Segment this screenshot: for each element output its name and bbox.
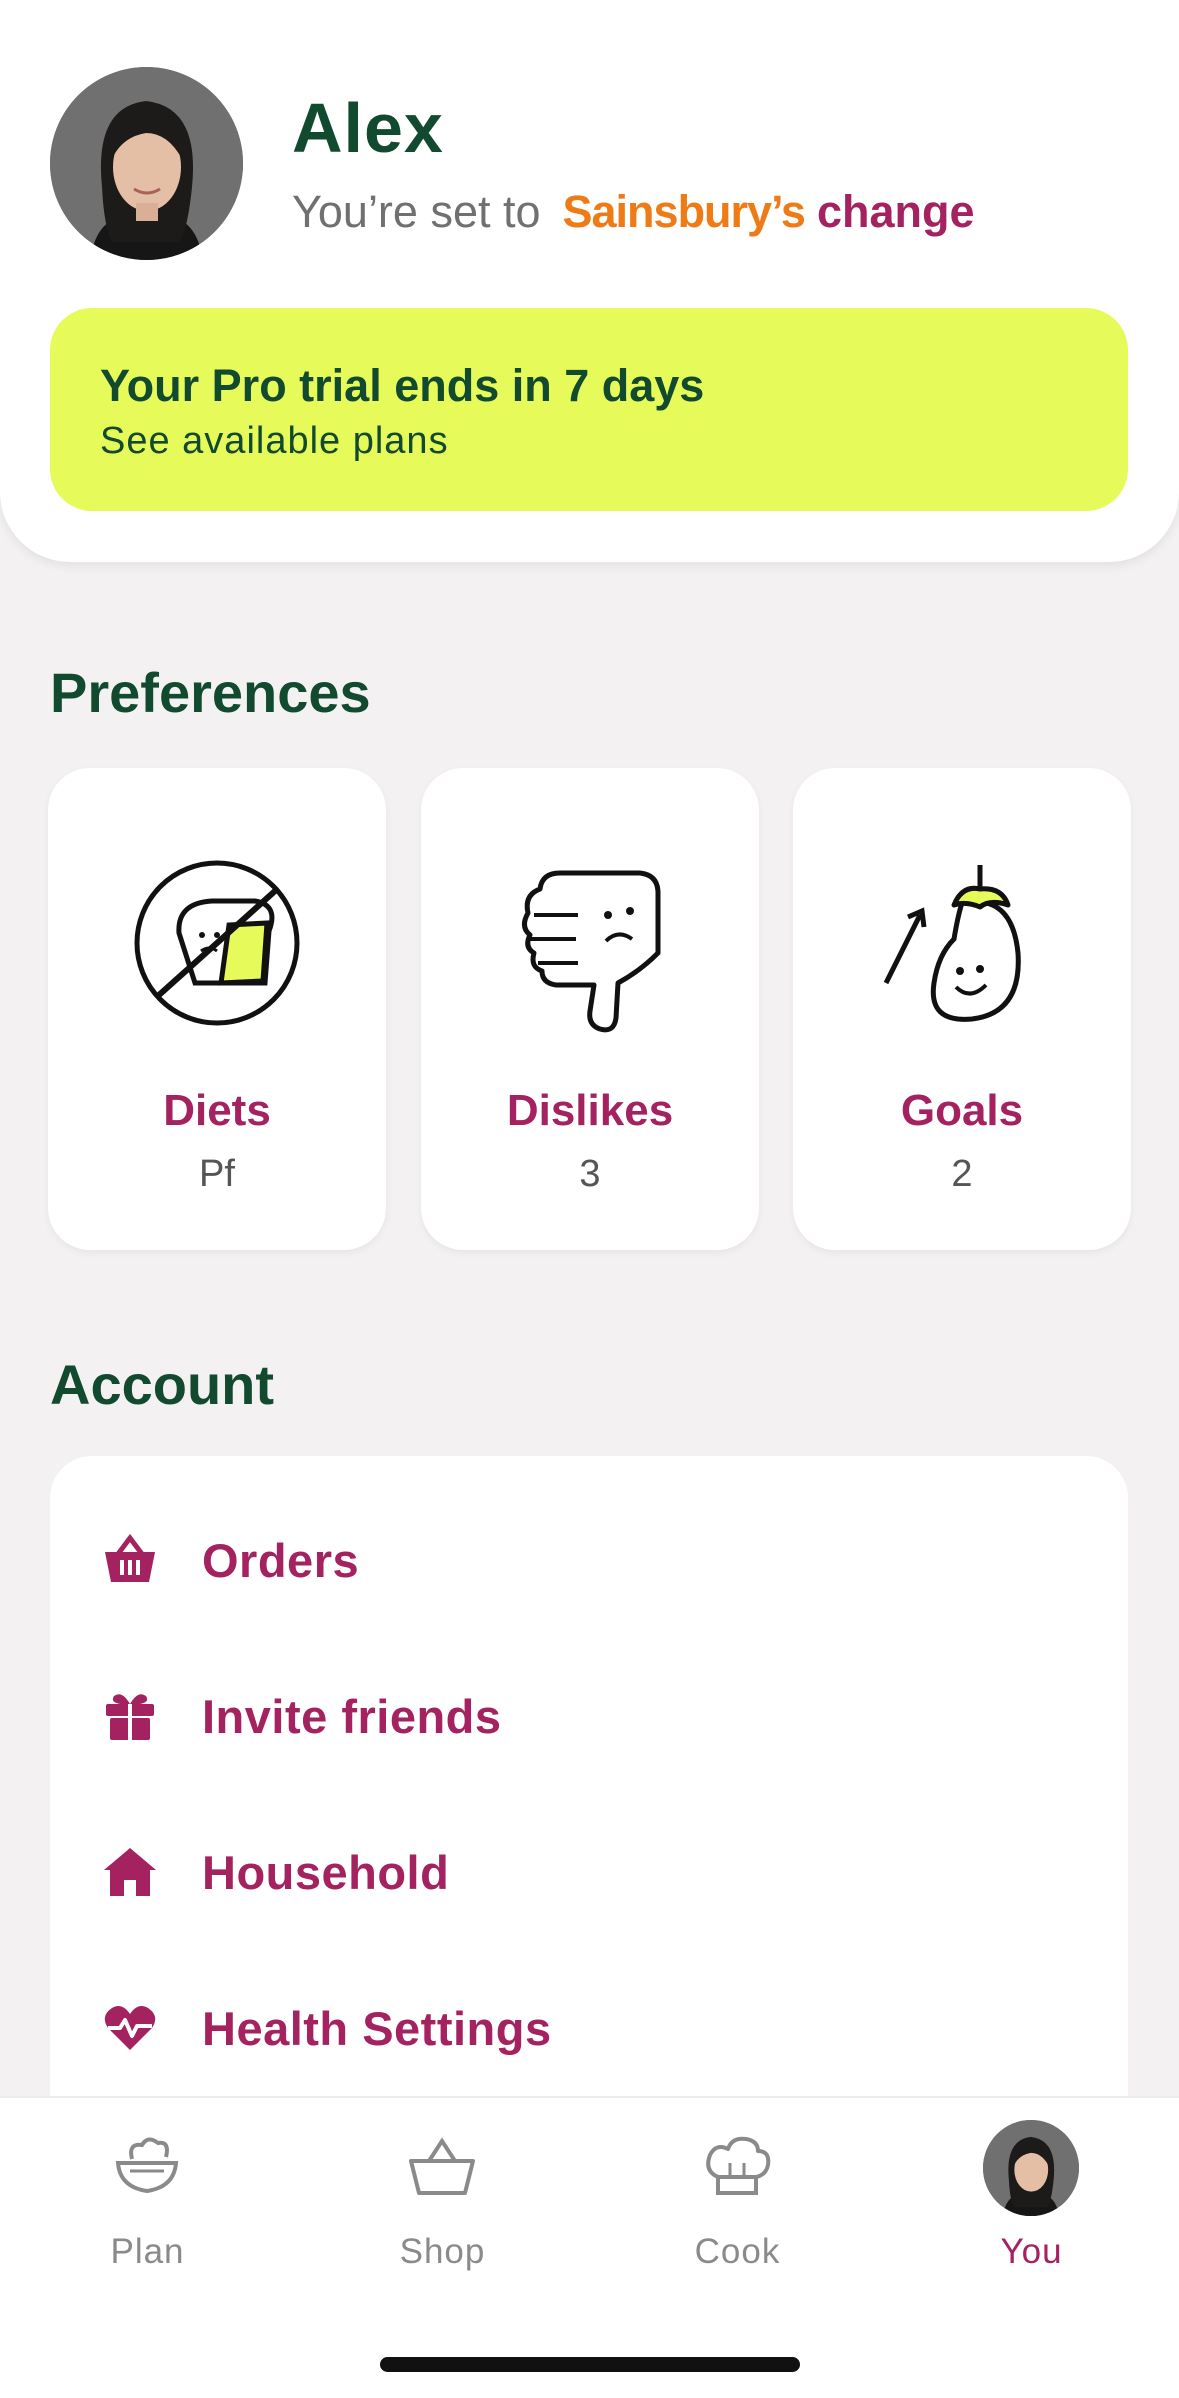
account-item-health-settings[interactable]: Health Settings bbox=[100, 1988, 552, 2068]
goals-card[interactable]: Goals 2 bbox=[793, 768, 1131, 1250]
plan-bowl-icon bbox=[97, 2118, 197, 2218]
tab-you-avatar bbox=[981, 2118, 1081, 2218]
thumbs-down-icon bbox=[490, 843, 690, 1043]
diets-label: Diets bbox=[163, 1086, 271, 1135]
basket-icon bbox=[100, 1530, 160, 1590]
invite-friends-label: Invite friends bbox=[202, 1689, 502, 1743]
dislikes-label: Dislikes bbox=[506, 1086, 674, 1135]
health-settings-label: Health Settings bbox=[202, 2001, 552, 2055]
gift-icon bbox=[100, 1686, 160, 1746]
store-name: Sainsbury’s bbox=[562, 186, 806, 237]
eggplant-goal-icon bbox=[862, 843, 1062, 1043]
dislikes-value: 3 bbox=[579, 1153, 601, 1195]
diets-value: Pf bbox=[199, 1153, 235, 1195]
tab-plan-label: Plan bbox=[110, 2232, 185, 2271]
trial-title: Your Pro trial ends in 7 days bbox=[100, 360, 705, 411]
tab-shop[interactable]: Shop bbox=[295, 2098, 590, 2298]
tab-cook-label: Cook bbox=[694, 2232, 781, 2271]
household-label: Household bbox=[202, 1845, 450, 1899]
avatar bbox=[983, 2120, 1079, 2216]
user-name: Alex bbox=[292, 89, 444, 167]
goals-label: Goals bbox=[900, 1086, 1024, 1135]
tab-cook[interactable]: Cook bbox=[590, 2098, 885, 2298]
see-plans-link[interactable]: See available plans bbox=[100, 420, 449, 463]
orders-label: Orders bbox=[202, 1533, 360, 1587]
account-item-household[interactable]: Household bbox=[100, 1832, 449, 1912]
preferences-heading: Preferences bbox=[50, 661, 371, 724]
pro-trial-banner[interactable]: Your Pro trial ends in 7 days See availa… bbox=[50, 308, 1128, 511]
bottom-tab-bar: Plan Shop Cook You bbox=[0, 2096, 1179, 2398]
tab-plan[interactable]: Plan bbox=[0, 2098, 295, 2298]
account-heading: Account bbox=[50, 1353, 274, 1416]
heart-pulse-icon bbox=[100, 1998, 160, 2058]
profile-header: Alex You’re set to Sainsbury’s change Yo… bbox=[0, 0, 1179, 562]
shop-basket-icon bbox=[392, 2118, 492, 2218]
account-item-orders[interactable]: Orders bbox=[100, 1520, 359, 1600]
account-item-invite-friends[interactable]: Invite friends bbox=[100, 1676, 502, 1756]
house-icon bbox=[100, 1842, 160, 1902]
diets-card[interactable]: Diets Pf bbox=[48, 768, 386, 1250]
goals-value: 2 bbox=[951, 1153, 973, 1195]
account-menu: Orders Invite friends Household Health S… bbox=[50, 1456, 1128, 2156]
home-indicator bbox=[380, 2357, 800, 2372]
tab-shop-label: Shop bbox=[399, 2232, 486, 2271]
avatar[interactable] bbox=[50, 67, 243, 260]
dislikes-card[interactable]: Dislikes 3 bbox=[421, 768, 759, 1250]
tab-you-label: You bbox=[1000, 2232, 1063, 2271]
no-bread-icon bbox=[117, 843, 317, 1043]
store-line: You’re set to Sainsbury’s change bbox=[292, 186, 975, 238]
store-prefix: You’re set to bbox=[292, 186, 541, 237]
chef-hat-icon bbox=[687, 2118, 787, 2218]
change-store-link[interactable]: change bbox=[817, 186, 975, 238]
tab-you[interactable]: You bbox=[884, 2098, 1179, 2298]
